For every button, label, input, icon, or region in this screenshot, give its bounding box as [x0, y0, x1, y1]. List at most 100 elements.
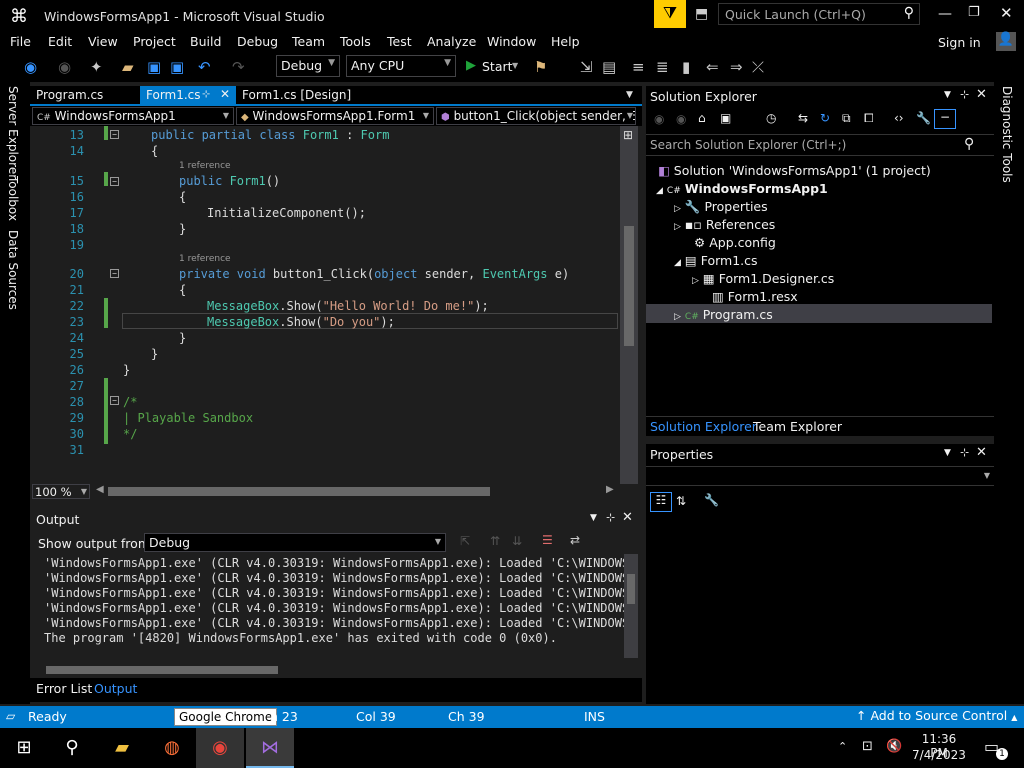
properties-icon[interactable]: 🔧 — [916, 111, 931, 125]
source-control-button[interactable]: ↑ Add to Source Control ▲ — [856, 708, 1017, 723]
categorized-icon[interactable]: ☷ — [650, 492, 672, 512]
menu-project[interactable]: Project — [133, 34, 176, 49]
menu-test[interactable]: Test — [387, 34, 412, 49]
collapse-all-icon[interactable]: ⧉ — [842, 111, 851, 126]
layout-icon[interactable]: ▤ — [602, 58, 616, 76]
tab-output[interactable]: Output — [94, 681, 137, 696]
scroll-thumb[interactable] — [46, 666, 278, 674]
output-text[interactable]: 'WindowsFormsApp1.exe' (CLR v4.0.30319: … — [30, 554, 624, 664]
menu-file[interactable]: File — [10, 34, 31, 49]
server-explorer-tab[interactable]: Server Explorer — [6, 86, 20, 179]
account-icon[interactable]: 👤 — [996, 32, 1016, 51]
menu-build[interactable]: Build — [190, 34, 221, 49]
view-code-icon[interactable]: ‹› — [894, 111, 904, 125]
zoom-select[interactable]: 100 % ▼ — [32, 484, 90, 499]
editor-vertical-scrollbar[interactable]: ⊞ — [620, 126, 638, 484]
scroll-left-icon[interactable]: ◀ — [96, 484, 104, 495]
scroll-thumb[interactable] — [624, 226, 634, 346]
back-icon[interactable]: ◉ — [654, 112, 664, 126]
scroll-right-icon[interactable]: ▶ — [606, 484, 614, 495]
chevron-down-icon[interactable]: ▼ — [944, 90, 951, 100]
data-sources-tab[interactable]: Data Sources — [6, 230, 20, 310]
reference-count[interactable]: 1 reference — [179, 254, 231, 264]
clear-bookmarks-icon[interactable]: ⤫ — [752, 58, 764, 76]
show-all-files-icon[interactable]: ⧠ — [864, 111, 874, 126]
show-hidden-icons[interactable]: ⌃ — [838, 740, 847, 753]
reference-count[interactable]: 1 reference — [179, 161, 231, 171]
clear-all-icon[interactable]: ☰ — [542, 533, 553, 547]
tree-item-program[interactable]: ▷ C# Program.cs — [674, 307, 773, 322]
word-wrap-icon[interactable]: ⇄ — [570, 533, 580, 547]
alphabetical-icon[interactable]: ⇅ — [676, 494, 686, 508]
sign-in-link[interactable]: Sign in — [938, 35, 981, 50]
fold-toggle[interactable]: − — [110, 396, 119, 405]
close-icon[interactable]: ✕ — [622, 510, 633, 525]
menu-window[interactable]: Window — [487, 34, 536, 49]
quick-launch-input[interactable]: Quick Launch (Ctrl+Q) ⚲ — [718, 3, 920, 25]
windows-start-icon[interactable]: ⊞ — [0, 728, 48, 768]
split-icon[interactable]: ⊞ — [623, 128, 633, 142]
menu-tools[interactable]: Tools — [340, 34, 371, 49]
output-source-select[interactable]: Debug ▼ — [144, 533, 446, 552]
prev-bookmark-icon[interactable]: ⇐ — [706, 58, 719, 76]
find-icon[interactable]: ⇱ — [460, 534, 470, 548]
chrome-icon[interactable]: ◉ — [196, 728, 244, 768]
sync-icon[interactable]: ⇆ — [798, 111, 808, 125]
tab-solution-explorer[interactable]: Solution Explorer — [650, 419, 757, 434]
close-window-button[interactable]: ✕ — [1000, 4, 1013, 22]
close-icon[interactable]: ✕ — [976, 445, 987, 460]
tree-item-resx[interactable]: ▥ Form1.resx — [712, 289, 798, 304]
save-all-icon[interactable]: ▣ — [170, 58, 184, 76]
member-nav-dropdown[interactable]: ⬢ button1_Click(object sender, Ev ▼ — [436, 107, 636, 125]
menu-analyze[interactable]: Analyze — [427, 34, 476, 49]
step-icon[interactable]: ⇲ — [580, 58, 593, 76]
minimize-button[interactable]: — — [938, 6, 952, 22]
fold-toggle[interactable]: − — [110, 177, 119, 186]
class-nav-dropdown[interactable]: ◆ WindowsFormsApp1.Form1 ▼ — [236, 107, 434, 125]
switch-views-icon[interactable]: ▣ — [720, 111, 731, 125]
scroll-thumb[interactable] — [627, 574, 635, 604]
h-scroll-thumb[interactable] — [108, 487, 490, 496]
search-icon[interactable]: ⚲ — [48, 728, 96, 768]
properties-object-select[interactable]: ▼ — [646, 466, 994, 486]
platform-select[interactable]: Any CPU ▼ — [346, 55, 456, 77]
start-button[interactable]: ▶ Start ▼ — [462, 56, 522, 78]
publish-icon[interactable]: ⚑ — [534, 58, 547, 76]
toolbox-tab[interactable]: Toolbox — [6, 176, 20, 221]
menu-team[interactable]: Team — [292, 34, 325, 49]
code-editor[interactable]: − − − − 13 14 15 16 17 18 19 20 21 22 23… — [30, 126, 620, 484]
notifications-icon[interactable]: ⬒ — [695, 6, 708, 22]
save-icon[interactable]: ▣ — [147, 58, 161, 76]
fold-toggle[interactable]: − — [110, 130, 119, 139]
next-bookmark-icon[interactable]: ⇒ — [730, 58, 743, 76]
chevron-down-icon[interactable]: ▼ — [944, 448, 951, 458]
menu-edit[interactable]: Edit — [48, 34, 72, 49]
project-nav-dropdown[interactable]: C# WindowsFormsApp1 ▼ — [32, 107, 234, 125]
property-pages-icon[interactable]: 🔧 — [704, 493, 719, 507]
file-explorer-icon[interactable]: ▰ — [98, 728, 146, 768]
pin-icon[interactable]: ⊹ — [960, 88, 969, 101]
menu-help[interactable]: Help — [551, 34, 580, 49]
clock-date[interactable]: 7/4/2023 — [912, 748, 966, 762]
menu-view[interactable]: View — [88, 34, 118, 49]
menu-debug[interactable]: Debug — [237, 34, 278, 49]
fold-toggle[interactable]: − — [110, 269, 119, 278]
redo-icon[interactable]: ↷ — [232, 58, 245, 76]
tree-item-form1[interactable]: ◢ ▤ Form1.cs — [674, 253, 758, 268]
home-icon[interactable]: ⌂ — [698, 111, 706, 125]
feedback-icon[interactable]: ⧩ — [654, 0, 686, 28]
forward-icon[interactable]: ◉ — [58, 58, 71, 76]
volume-muted-icon[interactable]: 🔇 — [886, 739, 902, 754]
tree-item-designer[interactable]: ▷ ▦ Form1.Designer.cs — [692, 271, 834, 286]
tree-item-solution[interactable]: ◧ Solution 'WindowsFormsApp1' (1 project… — [658, 163, 931, 178]
pin-icon[interactable]: ⊹ — [606, 511, 615, 524]
restore-button[interactable]: ❐ — [968, 5, 980, 20]
solution-search-input[interactable]: Search Solution Explorer (Ctrl+;) ⚲ — [646, 134, 994, 156]
tree-item-appconfig[interactable]: ⚙ App.config — [694, 235, 776, 250]
tab-form1-design[interactable]: Form1.cs [Design] — [236, 86, 386, 106]
uncomment-icon[interactable]: ≣ — [656, 58, 669, 76]
refresh-icon[interactable]: ↻ — [820, 111, 830, 125]
prev-message-icon[interactable]: ⇈ — [490, 534, 500, 548]
tree-item-references[interactable]: ▷ ▪▫ References — [674, 217, 775, 232]
new-project-icon[interactable]: ✦ — [90, 58, 103, 76]
